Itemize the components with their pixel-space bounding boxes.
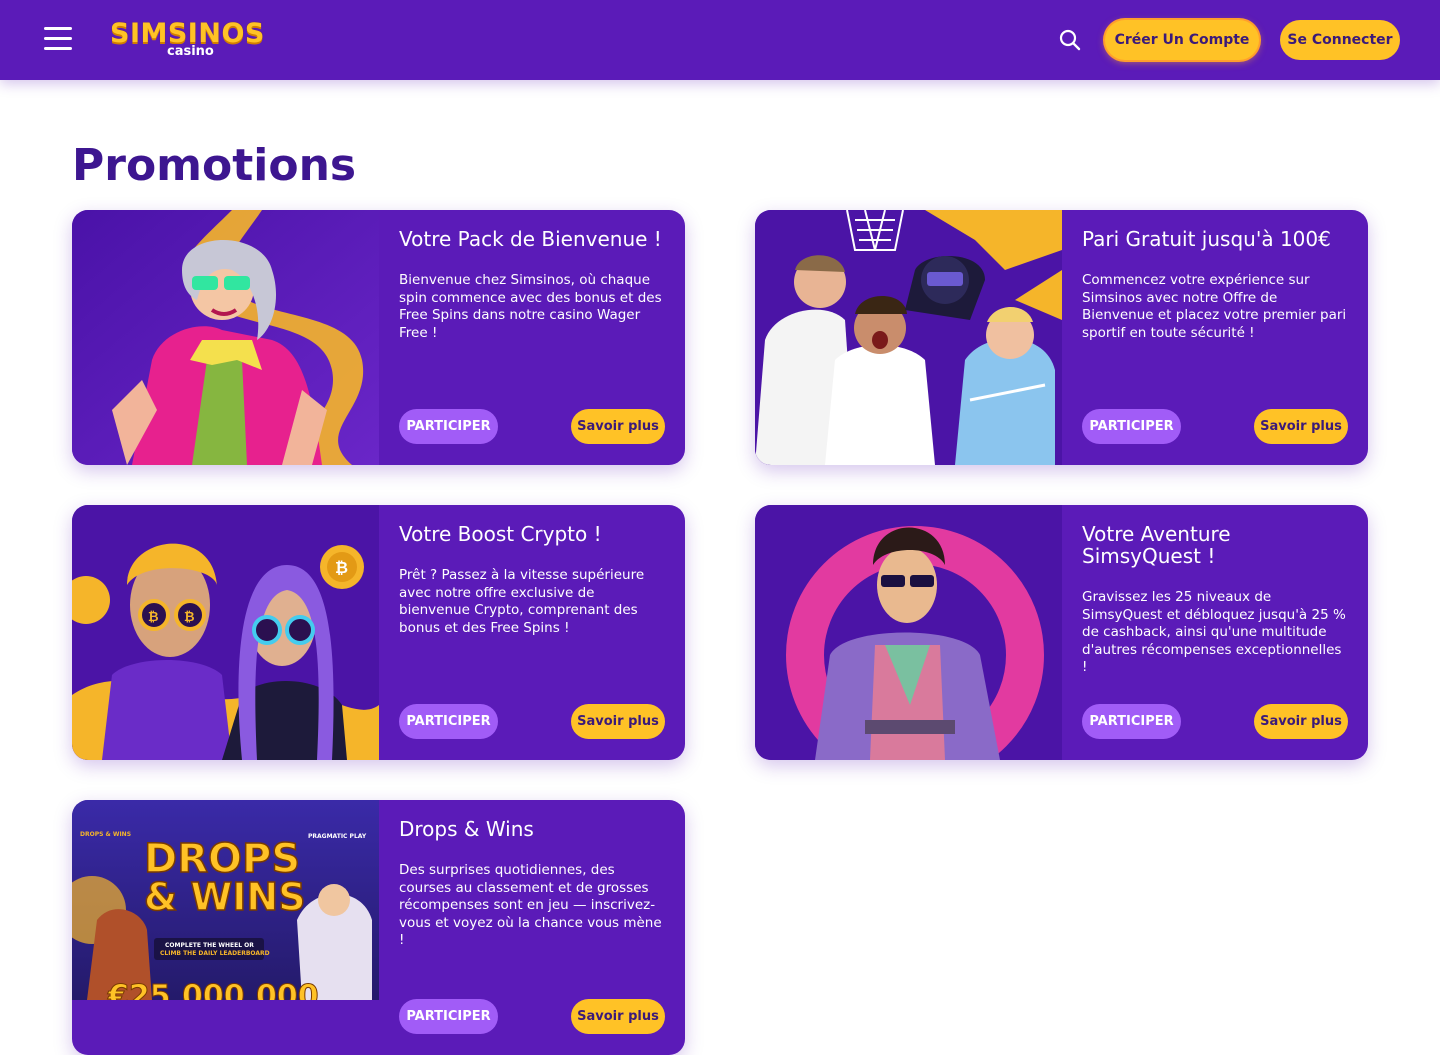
learn-more-button[interactable]: Savoir plus (571, 704, 665, 739)
promo-image-drops-wins[interactable]: DROPS & WINS PRAGMATIC PLAY DROPS & WINS… (72, 800, 379, 1055)
promo-image-welcome-pack[interactable] (72, 210, 379, 465)
participate-button[interactable]: PARTICIPER (399, 999, 498, 1034)
participate-button[interactable]: PARTICIPER (1082, 704, 1181, 739)
participate-button[interactable]: PARTICIPER (1082, 409, 1181, 444)
menu-icon[interactable] (44, 27, 72, 53)
promo-description: Bienvenue chez Simsinos, où chaque spin … (399, 272, 662, 341)
logo-sub-text: casino (164, 44, 217, 59)
page-title: Promotions (72, 140, 357, 191)
promo-body: Drops & Wins Des surprises quotidiennes,… (379, 800, 685, 1055)
learn-more-button[interactable]: Savoir plus (1254, 704, 1348, 739)
promo-title: Drops & Wins (399, 817, 534, 841)
login-button[interactable]: Se Connecter (1280, 20, 1400, 60)
promo-body: Votre Aventure SimsyQuest ! Gravissez le… (1062, 505, 1368, 760)
promo-title: Pari Gratuit jusqu'à 100€ (1082, 227, 1331, 251)
image-badge-text: DROPS & WINS (80, 831, 131, 838)
promo-card-drops-wins: DROPS & WINS PRAGMATIC PLAY DROPS & WINS… (72, 800, 685, 1055)
learn-more-button[interactable]: Savoir plus (571, 999, 665, 1034)
top-navigation-bar: SIMSINOS casino Créer Un Compte Se Conne… (0, 0, 1440, 80)
promo-title: Votre Boost Crypto ! (399, 522, 602, 546)
promo-card-welcome-pack: Votre Pack de Bienvenue ! Bienvenue chez… (72, 210, 685, 465)
image-headline-2: & WINS (144, 875, 306, 919)
image-prize-text: €25,000,000 (107, 979, 319, 1000)
svg-text:₿: ₿ (184, 610, 195, 625)
learn-more-button[interactable]: Savoir plus (571, 409, 665, 444)
image-banner-2: CLIMB THE DAILY LEADERBOARD (160, 950, 270, 957)
svg-text:₿: ₿ (148, 610, 159, 625)
promo-image-free-bet[interactable] (755, 210, 1062, 465)
promo-image-simsyquest[interactable] (755, 505, 1062, 760)
create-account-button[interactable]: Créer Un Compte (1105, 20, 1259, 60)
simsinos-logo[interactable]: SIMSINOS casino (110, 18, 270, 64)
learn-more-button[interactable]: Savoir plus (1254, 409, 1348, 444)
participate-button[interactable]: PARTICIPER (399, 409, 498, 444)
promo-card-crypto-boost: ₿ ₿ ₿ Votre Boost Crypto ! Prêt ? Passez… (72, 505, 685, 760)
promo-card-simsyquest: Votre Aventure SimsyQuest ! Gravissez le… (755, 505, 1368, 760)
promo-title: Votre Pack de Bienvenue ! (399, 227, 662, 251)
promo-description: Gravissez les 25 niveaux de SimsyQuest e… (1082, 589, 1346, 675)
image-banner-1: COMPLETE THE WHEEL OR (165, 942, 254, 949)
participate-button[interactable]: PARTICIPER (399, 704, 498, 739)
svg-text:₿: ₿ (335, 558, 348, 577)
promo-description: Prêt ? Passez à la vitesse supérieure av… (399, 567, 645, 636)
promo-description: Commencez votre expérience sur Simsinos … (1082, 272, 1347, 341)
promo-body: Pari Gratuit jusqu'à 100€ Commencez votr… (1062, 210, 1368, 465)
promo-image-crypto-boost[interactable]: ₿ ₿ ₿ (72, 505, 379, 760)
promo-card-free-bet: Pari Gratuit jusqu'à 100€ Commencez votr… (755, 210, 1368, 465)
image-provider-text: PRAGMATIC PLAY (308, 833, 367, 840)
search-icon[interactable] (1058, 28, 1082, 52)
promo-body: Votre Boost Crypto ! Prêt ? Passez à la … (379, 505, 685, 760)
promo-title: Votre Aventure SimsyQuest ! (1082, 522, 1231, 568)
promo-description: Des surprises quotidiennes, des courses … (399, 862, 662, 948)
promo-body: Votre Pack de Bienvenue ! Bienvenue chez… (379, 210, 685, 465)
